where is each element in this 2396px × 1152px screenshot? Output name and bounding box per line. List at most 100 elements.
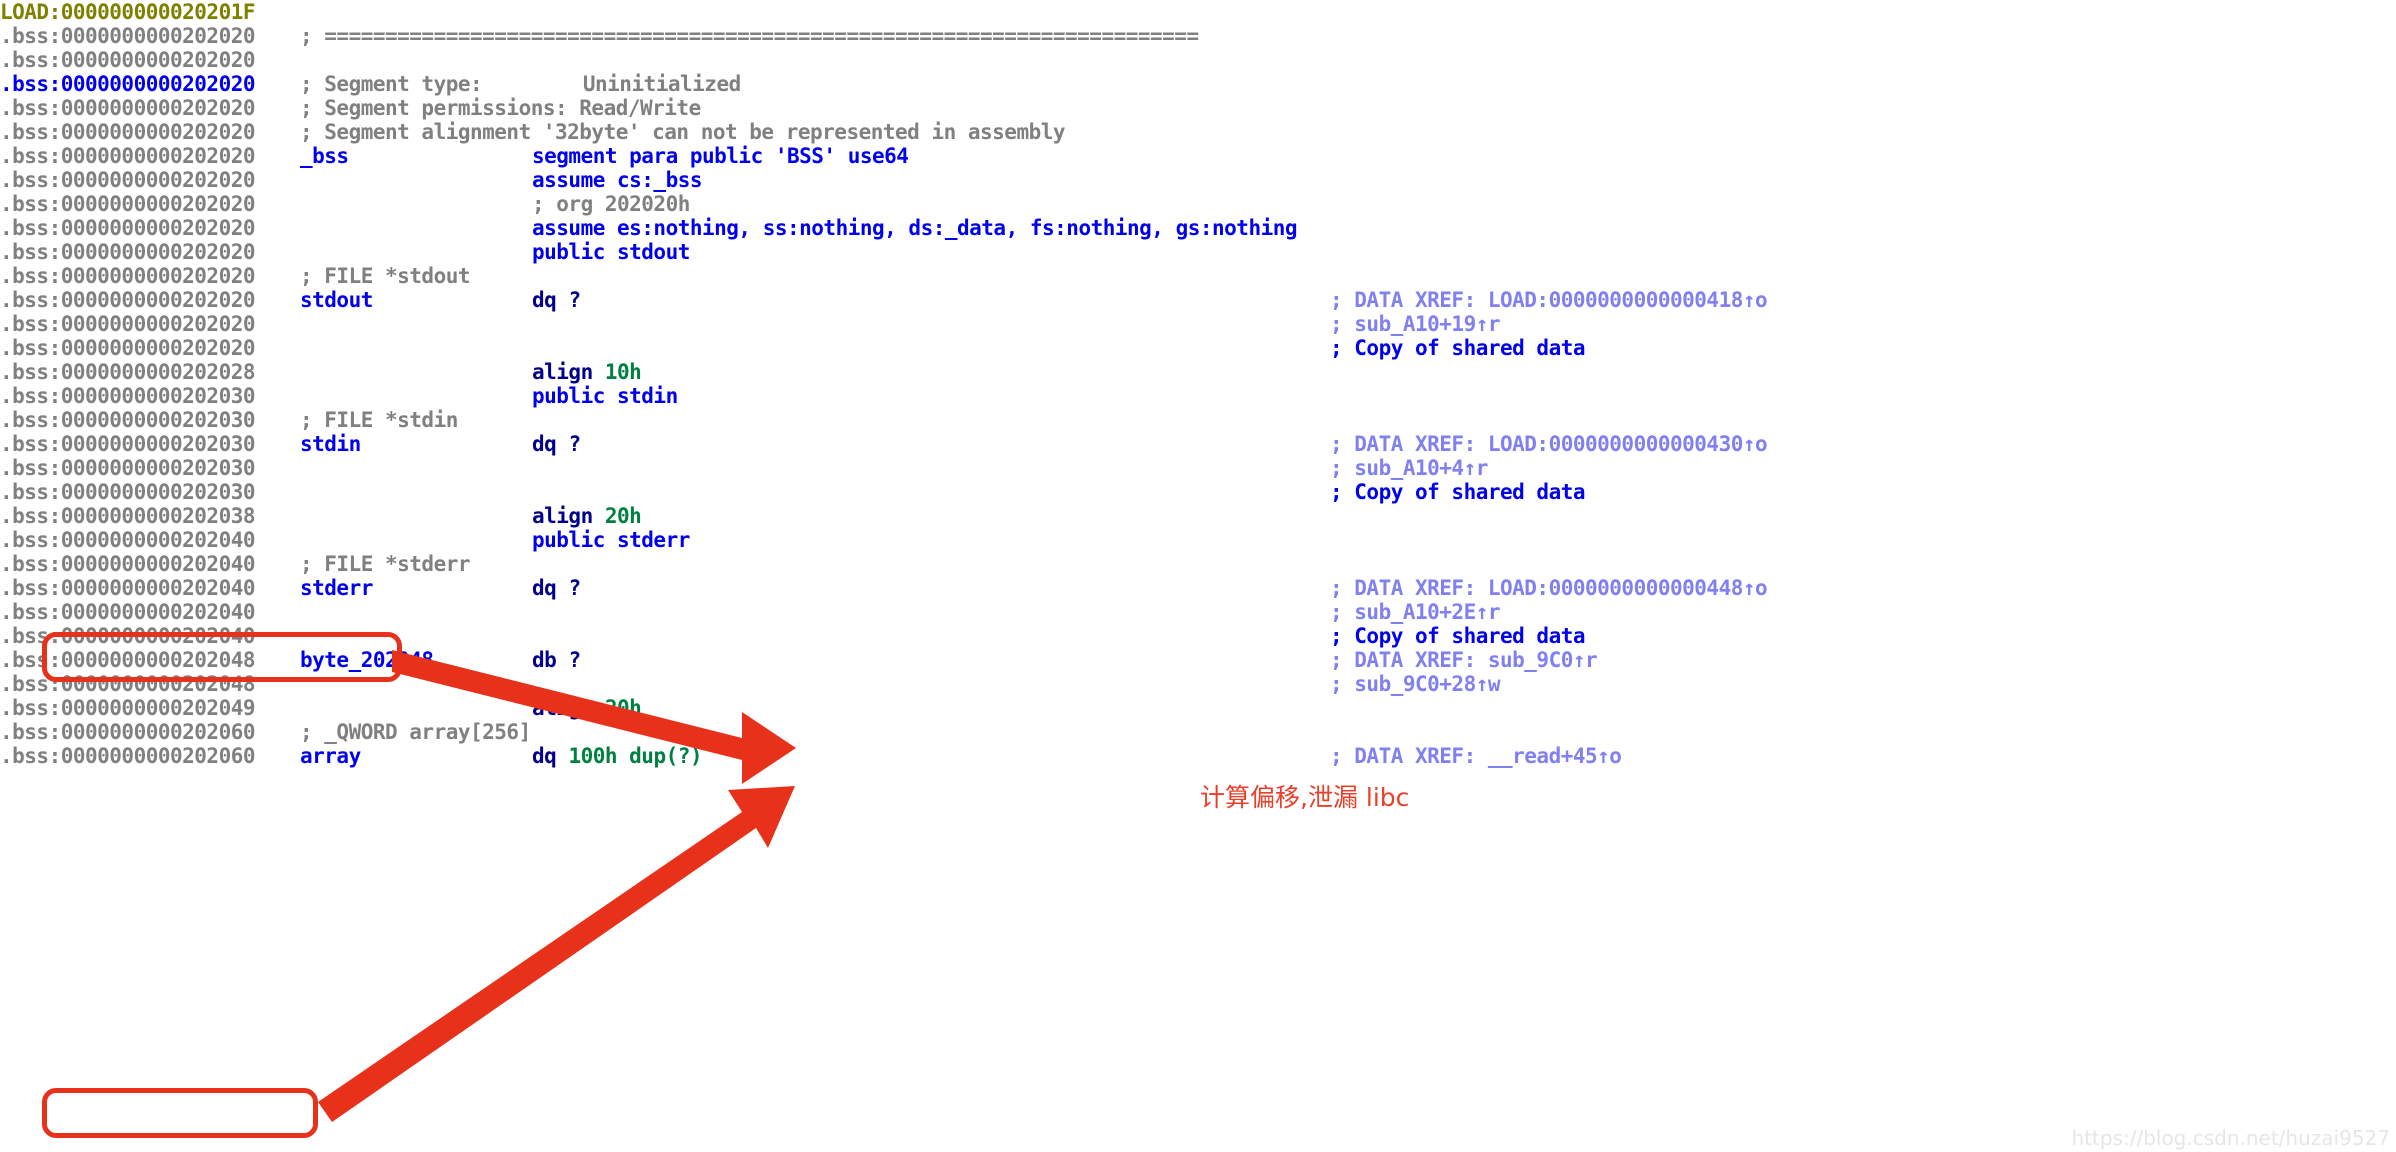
line-address: .bss:0000000000202020: [0, 48, 256, 72]
disassembly-line[interactable]: LOAD:000000000020201F: [0, 0, 2396, 24]
disassembly-line[interactable]: .bss:0000000000202020 ; Segment permissio…: [0, 96, 2396, 120]
line-address: .bss:0000000000202020: [0, 312, 256, 336]
line-directive: segment para public 'BSS' use64: [532, 144, 909, 168]
line-operand: ?: [568, 648, 581, 672]
line-address: .bss:0000000000202030: [0, 408, 256, 432]
line-address: .bss:0000000000202020: [0, 240, 256, 264]
line-address: .bss:0000000000202060: [0, 720, 256, 744]
arrow-array-to-note: [318, 786, 795, 1122]
disassembly-line[interactable]: .bss:0000000000202020: [0, 48, 2396, 72]
line-mnemonic: dq: [532, 576, 557, 600]
line-address: .bss:0000000000202030: [0, 480, 256, 504]
line-address: .bss:0000000000202030: [0, 432, 256, 456]
line-operand: 20h: [604, 696, 642, 720]
disassembly-line[interactable]: .bss:0000000000202020 ; Segment type: Uni…: [0, 72, 2396, 96]
line-mnemonic: align: [532, 696, 593, 720]
line-mnemonic: align: [532, 504, 593, 528]
disassembly-line[interactable]: .bss:0000000000202040 stderr dq ? ; DATA XR…: [0, 576, 2396, 600]
disassembly-line[interactable]: .bss:0000000000202030 stdin dq ? ; DATA XRE…: [0, 432, 2396, 456]
line-xref[interactable]: ; DATA XREF: LOAD:0000000000000448↑o: [1330, 576, 1768, 600]
line-mnemonic: dq: [532, 432, 557, 456]
line-xref[interactable]: ; DATA XREF: sub_9C0↑r: [1330, 648, 1598, 672]
line-xref[interactable]: ; sub_9C0+28↑w: [1330, 672, 1501, 696]
line-operand: ?: [568, 576, 581, 600]
line-repeatable-comment: ; Copy of shared data: [1330, 624, 1586, 648]
line-address: .bss:0000000000202038: [0, 504, 256, 528]
disassembly-line[interactable]: .bss:0000000000202020 assume cs:_bss: [0, 168, 2396, 192]
line-address: .bss:0000000000202028: [0, 360, 256, 384]
line-symbol-name[interactable]: stdin: [300, 432, 532, 456]
line-operand: ?: [568, 288, 581, 312]
disassembly-line[interactable]: .bss:0000000000202020 ; Copy of shared da…: [0, 336, 2396, 360]
line-directive: public stderr: [532, 528, 690, 552]
disassembly-line[interactable]: .bss:0000000000202038 align 20h: [0, 504, 2396, 528]
disassembly-listing[interactable]: LOAD:000000000020201F .bss:00000000002020…: [0, 0, 2396, 768]
disassembly-line[interactable]: .bss:0000000000202048 ; sub_9C0+28↑w: [0, 672, 2396, 696]
watermark-url: https://blog.csdn.net/huzai9527: [2071, 1126, 2391, 1150]
highlight-box-array-address: [42, 1088, 318, 1138]
disassembly-line[interactable]: .bss:0000000000202030 public stdin: [0, 384, 2396, 408]
line-address: .bss:0000000000202040: [0, 624, 256, 648]
line-address: LOAD:000000000020201F: [0, 0, 256, 24]
line-directive: public stdout: [532, 240, 690, 264]
line-symbol-name[interactable]: stderr: [300, 576, 532, 600]
line-symbol-name[interactable]: _bss: [300, 144, 532, 168]
disassembly-line[interactable]: .bss:0000000000202048 byte_202048 db ? ; DA…: [0, 648, 2396, 672]
line-directive: public stdin: [532, 384, 678, 408]
line-address: .bss:0000000000202020: [0, 144, 256, 168]
line-directive: assume es:nothing, ss:nothing, ds:_data,…: [532, 216, 1298, 240]
disassembly-line[interactable]: .bss:0000000000202020 assume es:nothing, …: [0, 216, 2396, 240]
disassembly-line[interactable]: .bss:0000000000202040 ; Copy of shared da…: [0, 624, 2396, 648]
line-mnemonic: db: [532, 648, 557, 672]
disassembly-line[interactable]: .bss:0000000000202020 ; org 202020h: [0, 192, 2396, 216]
disassembly-line[interactable]: .bss:0000000000202040 ; sub_A10+2E↑r: [0, 600, 2396, 624]
line-symbol-name[interactable]: stdout: [300, 288, 532, 312]
line-comment: ; ======================================…: [300, 24, 1199, 48]
disassembly-line[interactable]: .bss:0000000000202049 align 20h: [0, 696, 2396, 720]
line-address: .bss:0000000000202048: [0, 648, 256, 672]
disassembly-line[interactable]: .bss:0000000000202020 ; =================…: [0, 24, 2396, 48]
line-xref[interactable]: ; sub_A10+2E↑r: [1330, 600, 1501, 624]
disassembly-line[interactable]: .bss:0000000000202020 ; sub_A10+19↑r: [0, 312, 2396, 336]
line-operand: 20h: [604, 504, 642, 528]
line-comment: ; Segment type: Uninitialized: [300, 72, 741, 96]
disassembly-line[interactable]: .bss:0000000000202030 ; Copy of shared da…: [0, 480, 2396, 504]
line-address: .bss:0000000000202040: [0, 576, 256, 600]
line-comment: ; org 202020h: [532, 192, 690, 216]
line-symbol-name[interactable]: array: [300, 744, 532, 768]
disassembly-line[interactable]: .bss:0000000000202060 ; _QWORD array[256]: [0, 720, 2396, 744]
disassembly-line[interactable]: .bss:0000000000202040 public stderr: [0, 528, 2396, 552]
line-repeatable-comment: ; Copy of shared data: [1330, 336, 1586, 360]
line-address: .bss:0000000000202060: [0, 744, 256, 768]
line-address: .bss:0000000000202020: [0, 24, 256, 48]
disassembly-line[interactable]: .bss:0000000000202040 ; FILE *stderr: [0, 552, 2396, 576]
ida-disassembly-view[interactable]: LOAD:000000000020201F .bss:00000000002020…: [0, 0, 2396, 1152]
line-comment: ; FILE *stderr: [300, 552, 471, 576]
line-address: .bss:0000000000202040: [0, 552, 256, 576]
line-mnemonic: dq: [532, 288, 557, 312]
line-xref[interactable]: ; DATA XREF: __read+45↑o: [1330, 744, 1622, 768]
line-operand: 100h dup(?): [568, 744, 703, 768]
line-comment: ; FILE *stdout: [300, 264, 471, 288]
disassembly-line[interactable]: .bss:0000000000202020 _bss segment para pu…: [0, 144, 2396, 168]
disassembly-line[interactable]: .bss:0000000000202060 array dq 100h dup(?)…: [0, 744, 2396, 768]
disassembly-line[interactable]: .bss:0000000000202030 ; sub_A10+4↑r: [0, 456, 2396, 480]
annotation-note-chinese: 计算偏移,泄漏 libc: [1200, 783, 1410, 812]
disassembly-line[interactable]: .bss:0000000000202030 ; FILE *stdin: [0, 408, 2396, 432]
line-address: .bss:0000000000202020: [0, 192, 256, 216]
line-xref[interactable]: ; sub_A10+19↑r: [1330, 312, 1501, 336]
disassembly-line[interactable]: .bss:0000000000202020 ; FILE *stdout: [0, 264, 2396, 288]
line-operand: 10h: [604, 360, 642, 384]
line-xref[interactable]: ; DATA XREF: LOAD:0000000000000418↑o: [1330, 288, 1768, 312]
disassembly-line[interactable]: .bss:0000000000202020 ; Segment alignment…: [0, 120, 2396, 144]
line-symbol-name[interactable]: byte_202048: [300, 648, 532, 672]
disassembly-line[interactable]: .bss:0000000000202028 align 10h: [0, 360, 2396, 384]
line-address: .bss:0000000000202020: [0, 264, 256, 288]
disassembly-line[interactable]: .bss:0000000000202020 public stdout: [0, 240, 2396, 264]
line-xref[interactable]: ; sub_A10+4↑r: [1330, 456, 1488, 480]
line-mnemonic: dq: [532, 744, 557, 768]
disassembly-line[interactable]: .bss:0000000000202020 stdout dq ? ; DATA XR…: [0, 288, 2396, 312]
line-address: .bss:0000000000202020: [0, 336, 256, 360]
line-xref[interactable]: ; DATA XREF: LOAD:0000000000000430↑o: [1330, 432, 1768, 456]
line-address: .bss:0000000000202030: [0, 456, 256, 480]
